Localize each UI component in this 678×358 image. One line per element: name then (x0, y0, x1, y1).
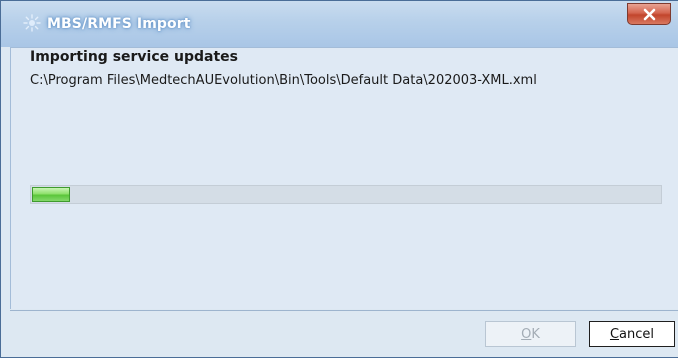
status-heading: Importing service updates (30, 49, 238, 65)
import-progress-bar (30, 185, 662, 204)
import-dialog-window: MBS/RMFS Import Importing service update… (0, 0, 678, 358)
close-button[interactable] (627, 3, 671, 25)
window-title: MBS/RMFS Import (47, 16, 191, 32)
import-file-path: C:\Program Files\MedtechAUEvolution\Bin\… (30, 73, 537, 88)
cancel-button[interactable]: Cancel (589, 321, 675, 347)
cancel-label-rest: ancel (619, 326, 655, 342)
ok-label-rest: K (531, 326, 540, 342)
gear-spark-icon (23, 14, 41, 32)
cancel-mnemonic: C (609, 326, 620, 342)
title-bar[interactable]: MBS/RMFS Import (1, 1, 678, 47)
ok-mnemonic: O (521, 326, 532, 342)
ok-button[interactable]: OK (485, 321, 576, 347)
button-bar (10, 311, 678, 357)
close-x-icon (643, 8, 656, 21)
progress-bar-fill (32, 187, 70, 202)
